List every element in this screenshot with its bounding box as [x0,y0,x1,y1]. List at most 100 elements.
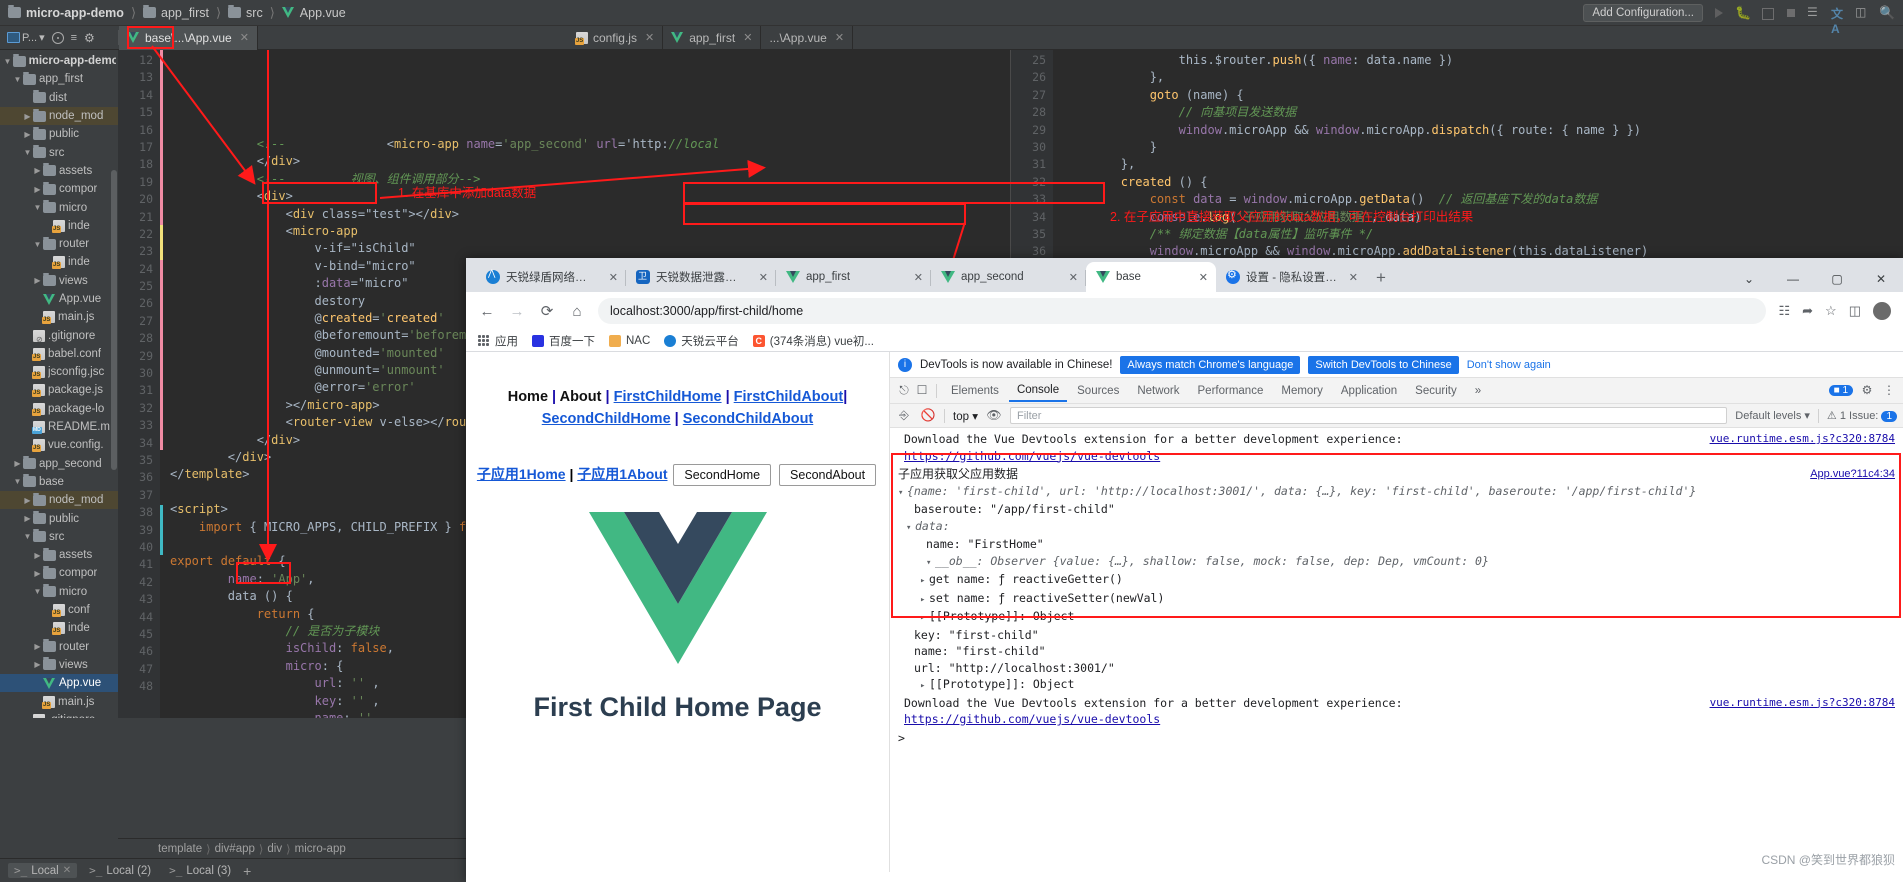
run-icon[interactable] [1711,5,1727,21]
code-line[interactable]: </div> [160,153,1010,170]
tree-item-inde[interactable]: inde [0,253,118,271]
code-line[interactable]: /** 绑定数据【data属性】监听事件 */ [1053,226,1903,243]
expand-triangle-icon[interactable]: ▸ [920,679,929,694]
devtools-tab-elements[interactable]: Elements [943,381,1007,401]
tree-item-package-js[interactable]: package.js [0,381,118,399]
close-icon[interactable]: ✕ [835,31,844,44]
terminal-tab-local[interactable]: >_ Local ✕ [8,863,78,878]
tree-item-jsconfig-jsc[interactable]: jsconfig.jsc [0,363,118,381]
tree-item-app-vue[interactable]: App.vue [0,290,118,308]
devtools-tab-network[interactable]: Network [1129,381,1187,401]
disclosure-triangle-icon[interactable]: ▼ [32,240,43,249]
tree-item-inde[interactable]: inde [0,217,118,235]
disclosure-triangle-icon[interactable]: ▶ [32,642,43,651]
expand-triangle-icon[interactable]: ▸ [920,593,929,608]
stop-icon[interactable] [1783,5,1799,21]
tree-item-dist[interactable]: dist [0,89,118,107]
console-row-link[interactable]: https://github.com/vuejs/vue-devtools [890,448,1903,465]
tree-item-views[interactable]: ▶ views [0,272,118,290]
layout-icon[interactable]: ◫ [1855,5,1871,21]
close-icon[interactable]: ✕ [609,271,618,284]
disclosure-triangle-icon[interactable]: ▼ [22,532,33,541]
console-row-expand[interactable]: ▾ data: [890,518,1903,537]
tree-item-compor[interactable]: ▶ compor [0,180,118,198]
search-icon[interactable]: 🔍 [1879,5,1895,21]
close-icon[interactable]: ✕ [743,31,752,44]
console-sidebar-icon[interactable]: ⎆ [896,408,912,424]
code-line[interactable]: <div class="test"></div> [160,206,1010,223]
browser-tab-3[interactable]: app_second ✕ [931,262,1086,292]
editor-tab-appvue[interactable]: ...\App.vue ✕ [761,25,854,50]
tree-item-node-mod[interactable]: ▶ node_mod [0,106,118,126]
coverage-icon[interactable] [1759,5,1775,21]
disclosure-triangle-icon[interactable]: ▼ [22,148,33,157]
disclosure-triangle-icon[interactable]: ▶ [32,569,43,578]
console-row-object[interactable]: ▾ {name: 'first-child', url: 'http://loca… [890,483,1903,502]
expand-triangle-icon[interactable]: ▾ [906,521,915,536]
breadcrumb-div[interactable]: div [267,843,282,855]
tree-item--gitignore[interactable]: .gitignore [0,326,118,344]
back-button[interactable]: ← [478,303,496,320]
new-tab-button[interactable]: + [1366,268,1396,292]
collapse-all-icon[interactable]: ≡ [71,32,77,44]
link-secondchildhome[interactable]: SecondChildHome [542,411,671,427]
tree-item-readme-m[interactable]: README.m [0,418,118,436]
breadcrumb-item-src[interactable]: src [226,5,265,20]
disclosure-triangle-icon[interactable]: ▶ [22,130,33,139]
code-line[interactable]: v-if="isChild" [160,240,1010,257]
bookmark-baidu[interactable]: 百度一下 [532,333,595,349]
tree-item-micro[interactable]: ▼ micro [0,583,118,601]
close-icon[interactable]: ✕ [645,31,654,44]
link-home[interactable]: Home [508,389,548,405]
live-expression-icon[interactable]: 👁 [986,408,1002,424]
terminal-tab-local-2[interactable]: >_ Local (2) [83,863,157,878]
code-line[interactable]: created () { [1053,174,1903,191]
inspect-element-icon[interactable]: ⎋ [896,383,912,399]
tree-item-views[interactable]: ▶ views [0,656,118,674]
code-line[interactable]: <!-- <micro-app name='app_second' url='h… [160,136,1010,153]
gear-icon[interactable]: ⚙ [1859,383,1875,399]
tree-item-app-vue[interactable]: App.vue [0,674,118,693]
breadcrumb-divapp[interactable]: div#app [215,843,255,855]
expand-triangle-icon[interactable]: ▸ [920,611,929,626]
tab-search-icon[interactable]: ⌄ [1727,272,1771,286]
tree-item-main-js[interactable]: main.js [0,692,118,710]
tree-item-node-mod[interactable]: ▶ node_mod [0,491,118,510]
tree-item-compor[interactable]: ▶ compor [0,564,118,582]
devtools-tab-overflow[interactable]: » [1467,381,1489,401]
tree-item-router[interactable]: ▶ router [0,638,118,656]
tree-item-inde[interactable]: inde [0,619,118,637]
project-tree[interactable]: ▼ micro-app-demo ▼ app_first dist ▶ node_mod ▶ p… [0,50,118,718]
translate-icon[interactable]: 文A [1831,5,1847,36]
disclosure-triangle-icon[interactable]: ▶ [32,660,43,669]
execution-context-selector[interactable]: top ▾ [953,409,978,423]
project-view-selector[interactable]: P... ▾ [7,31,45,44]
devtools-tab-console[interactable]: Console [1008,380,1068,402]
breadcrumb-item-app-first[interactable]: app_first [141,5,211,20]
tree-item-app-second[interactable]: ▶ app_second [0,455,118,473]
maximize-button[interactable]: ▢ [1815,272,1859,286]
close-icon[interactable]: ✕ [914,271,923,284]
code-line[interactable]: }, [1053,69,1903,86]
tree-item-app-first[interactable]: ▼ app_first [0,70,118,88]
breadcrumb-template[interactable]: template [158,843,202,855]
disclosure-triangle-icon[interactable]: ▶ [32,276,43,285]
code-line[interactable]: window.microApp && window.microApp.dispa… [1053,122,1903,139]
disclosure-triangle-icon[interactable]: ▼ [2,57,13,66]
star-icon[interactable]: ☆ [1825,303,1837,319]
button-secondhome[interactable]: SecondHome [673,464,772,486]
devtools-tab-application[interactable]: Application [1333,381,1405,401]
disclosure-triangle-icon[interactable]: ▼ [32,203,43,212]
code-line[interactable]: <div> [160,188,1010,205]
disclosure-triangle-icon[interactable]: ▼ [32,587,43,596]
tree-scrollbar[interactable] [110,50,118,718]
code-line[interactable]: <micro-app [160,223,1010,240]
expand-triangle-icon[interactable]: ▾ [926,556,935,571]
bookmark-apps[interactable]: 应用 [478,333,518,349]
always-match-language-button[interactable]: Always match Chrome's language [1120,355,1301,374]
tree-item-public[interactable]: ▶ public [0,125,118,143]
tree-item-vue-config-[interactable]: vue.config. [0,436,118,454]
expand-triangle-icon[interactable]: ▸ [920,574,929,589]
home-button[interactable]: ⌂ [568,303,586,320]
tree-item-router[interactable]: ▼ router [0,235,118,253]
